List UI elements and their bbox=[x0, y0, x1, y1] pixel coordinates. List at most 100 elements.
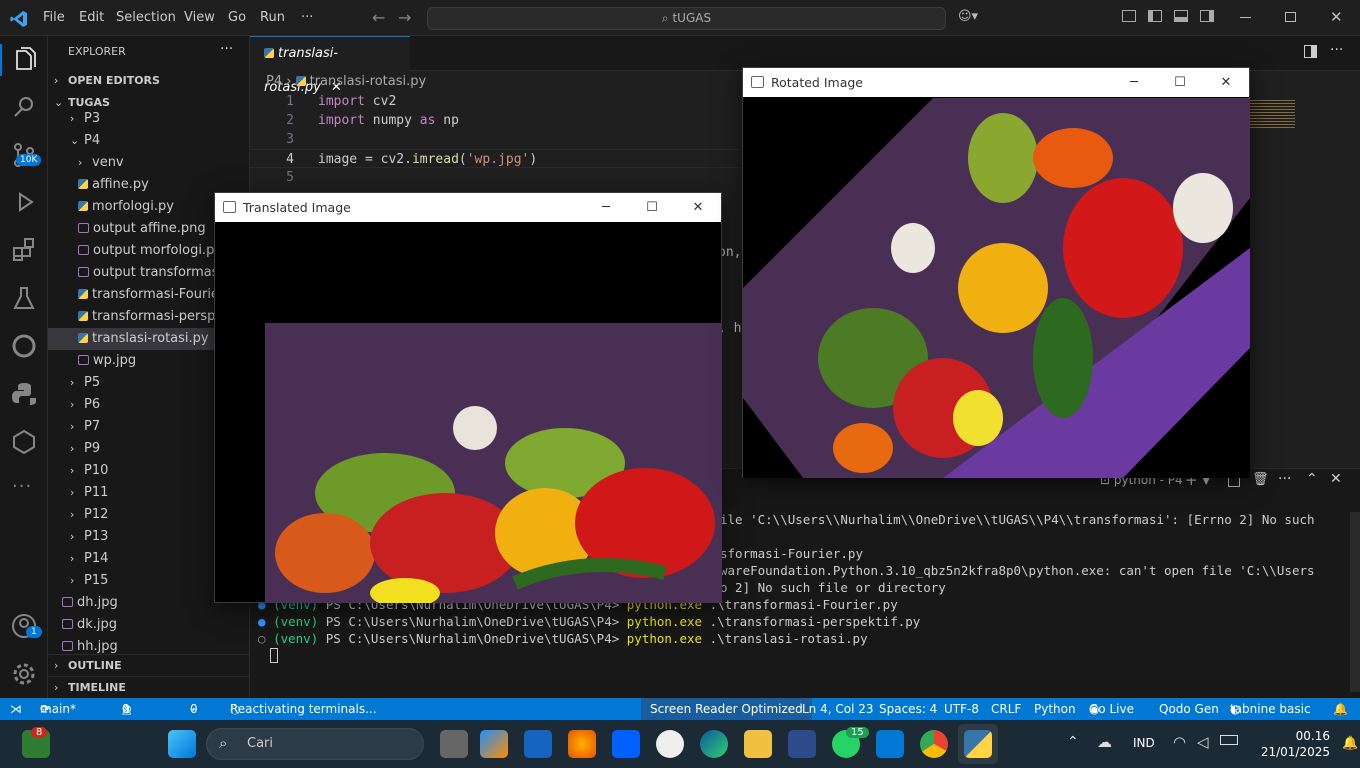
forward-arrow-icon[interactable]: → bbox=[398, 8, 411, 27]
restore-icon[interactable] bbox=[1285, 12, 1296, 22]
notification-center-icon[interactable]: 🔔 bbox=[1342, 736, 1358, 751]
tree-item-label: dk.jpg bbox=[77, 617, 118, 632]
language-status[interactable]: Python bbox=[1034, 698, 1076, 720]
customize-layout-icon[interactable] bbox=[1122, 10, 1136, 22]
battery-icon[interactable] bbox=[1220, 735, 1238, 745]
rotated-image-window[interactable]: Rotated Image ─ ☐ ✕ bbox=[742, 67, 1250, 478]
close-icon[interactable]: ✕ bbox=[1203, 68, 1249, 97]
indentation-status[interactable]: Spaces: 4 bbox=[879, 698, 937, 720]
minimize-icon[interactable] bbox=[1240, 17, 1251, 18]
menu-edit[interactable]: Edit bbox=[79, 10, 104, 25]
extensions-icon[interactable] bbox=[8, 234, 40, 266]
explorer-files-icon[interactable] bbox=[8, 44, 40, 76]
tree-folder[interactable]: › P3 bbox=[48, 108, 249, 130]
run-debug-icon[interactable] bbox=[8, 186, 40, 218]
dropbox-icon[interactable] bbox=[612, 730, 640, 758]
terminal-cursor[interactable] bbox=[270, 648, 278, 663]
maximize-icon[interactable]: ☐ bbox=[1157, 68, 1203, 97]
tree-file[interactable]: dk.jpg bbox=[48, 614, 249, 636]
outline-section[interactable]: › OUTLINE bbox=[48, 654, 249, 676]
back-arrow-icon[interactable]: ← bbox=[372, 8, 385, 27]
translated-image-window[interactable]: Translated Image ─ ☐ ✕ bbox=[214, 192, 722, 603]
tree-item-label: P4 bbox=[84, 133, 101, 148]
toggle-sidebar-icon[interactable] bbox=[1148, 10, 1162, 22]
edge-devtools-icon[interactable] bbox=[8, 330, 40, 362]
minimize-icon[interactable]: ─ bbox=[1111, 68, 1157, 97]
image-file-icon bbox=[78, 245, 89, 255]
python-taskbar-active[interactable] bbox=[958, 724, 998, 764]
tree-folder[interactable]: › venv bbox=[48, 152, 249, 174]
tab-translasi-rotasi[interactable]: translasi-rotasi.py ✕ bbox=[250, 36, 410, 95]
menu-selection[interactable]: Selection bbox=[116, 10, 176, 25]
close-panel-icon[interactable]: ✕ bbox=[1330, 471, 1342, 487]
copilot-app-icon[interactable] bbox=[480, 730, 508, 758]
minimap[interactable] bbox=[1250, 98, 1295, 128]
cursor-position[interactable]: Ln 4, Col 23 bbox=[802, 698, 874, 720]
cube-icon[interactable] bbox=[8, 426, 40, 458]
qodo-status[interactable]: Qodo Gen bbox=[1159, 698, 1219, 720]
notifications-bell-icon[interactable]: 🔔 bbox=[1333, 698, 1348, 720]
soccer-app-icon[interactable] bbox=[656, 730, 684, 758]
whatsapp-badge: 15 bbox=[846, 727, 869, 738]
close-window-icon[interactable]: ✕ bbox=[1330, 8, 1343, 26]
breadcrumb-folder[interactable]: P4 bbox=[266, 74, 282, 89]
clock-time[interactable]: 00.16 bbox=[1282, 729, 1330, 743]
line-number: 4 bbox=[286, 152, 294, 167]
close-icon[interactable]: ✕ bbox=[675, 193, 721, 222]
code-line-active[interactable]: 4 image = cv2.imread('wp.jpg') bbox=[250, 149, 740, 168]
menu-file[interactable]: File bbox=[43, 10, 65, 25]
vscode-taskbar-icon[interactable] bbox=[876, 730, 904, 758]
taskbar-search[interactable]: ⌕ Cari bbox=[206, 728, 424, 760]
app-icon[interactable] bbox=[788, 730, 816, 758]
menu-more[interactable]: ··· bbox=[301, 10, 313, 25]
clock-date[interactable]: 21/01/2025 bbox=[1255, 745, 1330, 759]
firefox-icon[interactable] bbox=[568, 730, 596, 758]
trash-icon[interactable]: 🗑 bbox=[1252, 472, 1269, 487]
network-tray-icon[interactable]: ☁ bbox=[1097, 733, 1112, 751]
remote-icon[interactable]: ⋊ bbox=[10, 698, 22, 720]
command-center-search[interactable]: ⌕ tUGAS bbox=[427, 7, 946, 30]
python-icon[interactable] bbox=[8, 378, 40, 410]
timeline-section[interactable]: › TIMELINE bbox=[48, 676, 249, 698]
edge-icon[interactable] bbox=[700, 730, 728, 758]
screen-reader-status[interactable]: Screen Reader Optimized bbox=[641, 698, 812, 720]
show-hidden-icons-icon[interactable]: ⌃ bbox=[1067, 734, 1079, 750]
chrome-icon[interactable] bbox=[920, 730, 948, 758]
task-view-icon[interactable] bbox=[440, 730, 468, 758]
breadcrumb-file[interactable]: translasi-rotasi.py bbox=[310, 74, 427, 89]
menu-run[interactable]: Run bbox=[260, 10, 285, 25]
wifi-icon[interactable]: ◠ bbox=[1173, 733, 1186, 751]
copilot-icon[interactable]: ☺▾ bbox=[958, 9, 978, 24]
editor-more-icon[interactable]: ··· bbox=[1330, 42, 1343, 58]
encoding-status[interactable]: UTF-8 bbox=[944, 698, 979, 720]
windows-start-icon[interactable] bbox=[168, 730, 196, 758]
more-views-icon[interactable]: ··· bbox=[12, 476, 32, 497]
menu-view[interactable]: View bbox=[184, 10, 215, 25]
toggle-secondary-sidebar-icon[interactable] bbox=[1200, 10, 1214, 22]
minimize-icon[interactable]: ─ bbox=[583, 193, 629, 222]
toggle-panel-icon[interactable] bbox=[1174, 10, 1188, 22]
open-editors-section[interactable]: › OPEN EDITORS bbox=[48, 70, 249, 92]
code-line[interactable]: 1 import cv2 bbox=[250, 92, 740, 111]
terminal-scrollbar[interactable] bbox=[1350, 512, 1360, 692]
volume-icon[interactable]: ◁ bbox=[1197, 733, 1209, 751]
maximize-icon[interactable]: ☐ bbox=[629, 193, 675, 222]
split-editor-icon[interactable] bbox=[1304, 45, 1317, 58]
menu-go[interactable]: Go bbox=[228, 10, 246, 25]
tree-folder[interactable]: ⌄ P4 bbox=[48, 130, 249, 152]
explorer-more-icon[interactable]: ··· bbox=[220, 41, 233, 57]
code-line[interactable]: 2 import numpy as np bbox=[250, 111, 740, 130]
testing-flask-icon[interactable] bbox=[8, 282, 40, 314]
code-line[interactable]: 5 bbox=[250, 168, 740, 187]
maximize-panel-icon[interactable]: ⌃ bbox=[1306, 471, 1318, 487]
input-language[interactable]: IND bbox=[1133, 736, 1155, 750]
status-bar: ⋊ ⑂ main* ⟳ ⊗ 0 △ 0 ⌁ 0 ◌ Reactivating t… bbox=[0, 698, 1360, 720]
search-icon[interactable] bbox=[8, 91, 40, 123]
terminal-more-icon[interactable]: ··· bbox=[1278, 471, 1291, 487]
eol-status[interactable]: CRLF bbox=[991, 698, 1021, 720]
code-line[interactable]: 3 bbox=[250, 130, 740, 149]
microsoft-store-icon[interactable] bbox=[524, 730, 552, 758]
file-explorer-icon[interactable] bbox=[744, 730, 772, 758]
prompt-command: python.exe bbox=[626, 631, 703, 646]
settings-gear-icon[interactable] bbox=[8, 658, 40, 690]
